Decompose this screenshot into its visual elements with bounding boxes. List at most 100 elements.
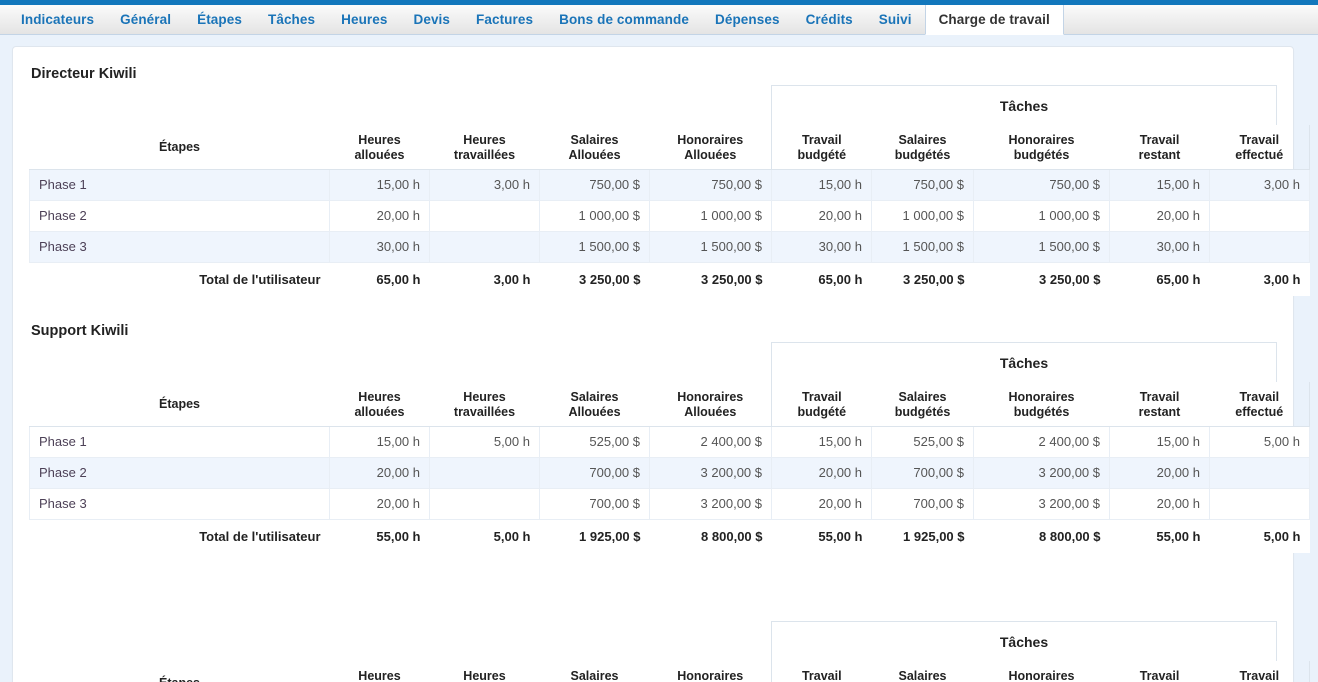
cell-value: 700,00 $ — [871, 487, 974, 520]
cell-value: 20,00 h — [771, 199, 872, 232]
section-title: Support Kiwili — [31, 323, 129, 339]
cell-value: 1 000,00 $ — [871, 199, 974, 232]
cell-value: 20,00 h — [1109, 487, 1210, 520]
group-header-row: Tâches — [29, 85, 1277, 125]
cell-value: 15,00 h — [1109, 168, 1210, 201]
workload-table: Étapes Heures allouées Heures travaillées Sal… — [29, 382, 1310, 553]
workload-summary-section: TâchesÉtapesHeuresallouéesHeurestravaill… — [29, 575, 1310, 682]
cell-value: 20,00 h — [329, 199, 430, 232]
user-total-value: 55,00 h — [329, 519, 430, 553]
user-total-value: 3 250,00 $ — [539, 262, 650, 296]
user-total-value: 65,00 h — [329, 262, 430, 296]
tab-charge-de-travail[interactable]: Charge de travail — [924, 5, 1064, 35]
cell-value: 30,00 h — [771, 230, 872, 263]
summary-top-spacer — [29, 575, 1277, 621]
group-header-spacer — [29, 85, 771, 125]
cell-value: 1 000,00 $ — [649, 199, 772, 232]
tab-bons-de-commande[interactable]: Bons de commande — [546, 5, 702, 34]
cell-value: 750,00 $ — [973, 168, 1110, 201]
col-header-heures-travaillees: Heurestravaillées — [429, 125, 540, 170]
table-row[interactable]: Phase 1 15,00 h 5,00 h 525,00 $2 400,00 $15… — [29, 425, 1310, 458]
group-header-spacer — [29, 621, 771, 661]
user-total-value: 5,00 h — [429, 519, 540, 553]
cell-value: 30,00 h — [329, 230, 430, 263]
cell-value: 2 400,00 $ — [649, 425, 772, 458]
col-header-honoraires-allouees: HonorairesAllouées — [649, 382, 772, 427]
cell-value: 5,00 h — [429, 425, 540, 458]
col-header-etapes: Étapes — [29, 125, 330, 170]
user-total-label: Total de l'utilisateur — [29, 262, 330, 296]
user-total-row: Total de l'utilisateur 55,00 h 5,00 h1 925… — [29, 519, 1310, 553]
col-header-travail-restant: Travailrestant — [1109, 661, 1210, 682]
tab-factures[interactable]: Factures — [463, 5, 546, 34]
user-total-value: 55,00 h — [771, 519, 872, 553]
col-header-heures-travaillees: Heurestravaillées — [429, 382, 540, 427]
cell-value: 1 500,00 $ — [649, 230, 772, 263]
col-header-travail-budgete: Travailbudgété — [771, 382, 872, 427]
cell-value — [1209, 230, 1310, 263]
col-header-honoraires-budgetes: Honorairesbudgétés — [973, 382, 1110, 427]
cell-value: 2 400,00 $ — [973, 425, 1110, 458]
cell-value: 30,00 h — [1109, 230, 1210, 263]
cell-value: 20,00 h — [771, 487, 872, 520]
user-total-row: Total de l'utilisateur 65,00 h 3,00 h3 250… — [29, 262, 1310, 296]
table-row[interactable]: Phase 1 15,00 h 3,00 h 750,00 $750,00 $15,0… — [29, 168, 1310, 201]
tab-depenses[interactable]: Dépenses — [702, 5, 793, 34]
col-header-travail-budgete: Travailbudgété — [771, 125, 872, 170]
tab-heures[interactable]: Heures — [328, 5, 400, 34]
tab-taches[interactable]: Tâches — [255, 5, 328, 34]
tab-credits[interactable]: Crédits — [793, 5, 866, 34]
workload-table: Étapes Heures allouées Heures travaillées Sal… — [29, 125, 1310, 296]
tab-etapes[interactable]: Étapes — [184, 5, 255, 34]
cell-value — [429, 456, 540, 489]
cell-value: 750,00 $ — [871, 168, 974, 201]
cell-value: 3 200,00 $ — [973, 487, 1110, 520]
col-header-honoraires-budgetes: Honorairesbudgétés — [973, 661, 1110, 682]
summary-table: ÉtapesHeuresallouéesHeurestravailléesSal… — [29, 661, 1310, 682]
user-total-value: 1 925,00 $ — [539, 519, 650, 553]
tab-general[interactable]: Général — [107, 5, 184, 34]
row-label-etape: Phase 2 — [29, 199, 330, 232]
tab-suivi[interactable]: Suivi — [866, 5, 925, 34]
tab-devis[interactable]: Devis — [400, 5, 463, 34]
col-header-heures-allouees: Heuresallouées — [329, 125, 430, 170]
user-total-value: 8 800,00 $ — [649, 519, 772, 553]
col-header-salaires-budgetes: Salairesbudgétés — [871, 382, 974, 427]
table-row[interactable]: Phase 2 20,00 h1 000,00 $1 000,00 $20,00 … — [29, 199, 1310, 232]
user-total-value: 55,00 h — [1109, 519, 1210, 553]
cell-value: 525,00 $ — [539, 425, 650, 458]
cell-value: 3,00 h — [1209, 168, 1310, 201]
table-row[interactable]: Phase 3 30,00 h1 500,00 $1 500,00 $30,00 … — [29, 230, 1310, 263]
section-title: Directeur Kiwili — [31, 66, 137, 82]
row-label-etape: Phase 1 — [29, 168, 330, 201]
cell-value: 700,00 $ — [871, 456, 974, 489]
cell-value: 700,00 $ — [539, 456, 650, 489]
row-label-etape: Phase 3 — [29, 230, 330, 263]
tab-indicateurs[interactable]: Indicateurs — [8, 5, 107, 34]
row-label-etape: Phase 2 — [29, 456, 330, 489]
cell-value: 525,00 $ — [871, 425, 974, 458]
user-total-value: 1 925,00 $ — [871, 519, 974, 553]
col-header-salaires-allouees: SalairesAllouées — [539, 382, 650, 427]
workload-card: Directeur Kiwili Tâches Étapes Heures alloué… — [12, 46, 1310, 682]
cell-value: 1 000,00 $ — [973, 199, 1110, 232]
user-total-value: 3 250,00 $ — [973, 262, 1110, 296]
cell-value: 750,00 $ — [649, 168, 772, 201]
cell-value: 1 000,00 $ — [539, 199, 650, 232]
col-header-heures-allouees: Heuresallouées — [329, 661, 430, 682]
col-header-travail-budgete: Travailbudgété — [771, 661, 872, 682]
tab-bar: Indicateurs Général Étapes Tâches Heures Devi… — [0, 5, 1318, 35]
table-row[interactable]: Phase 2 20,00 h 700,00 $3 200,00 $20,00 h7… — [29, 456, 1310, 489]
col-header-salaires-allouees: SalairesAllouées — [539, 661, 650, 682]
cell-value: 3 200,00 $ — [649, 487, 772, 520]
group-header-taches: Tâches — [771, 85, 1277, 125]
cell-value — [1209, 199, 1310, 232]
col-header-salaires-budgetes: Salairesbudgétés — [871, 125, 974, 170]
group-header-row: Tâches — [29, 342, 1277, 382]
table-row[interactable]: Phase 3 20,00 h 700,00 $3 200,00 $20,00 h7… — [29, 487, 1310, 520]
cell-value: 20,00 h — [329, 487, 430, 520]
page-body: Directeur Kiwili Tâches Étapes Heures alloué… — [0, 35, 1318, 682]
cell-value: 1 500,00 $ — [539, 230, 650, 263]
